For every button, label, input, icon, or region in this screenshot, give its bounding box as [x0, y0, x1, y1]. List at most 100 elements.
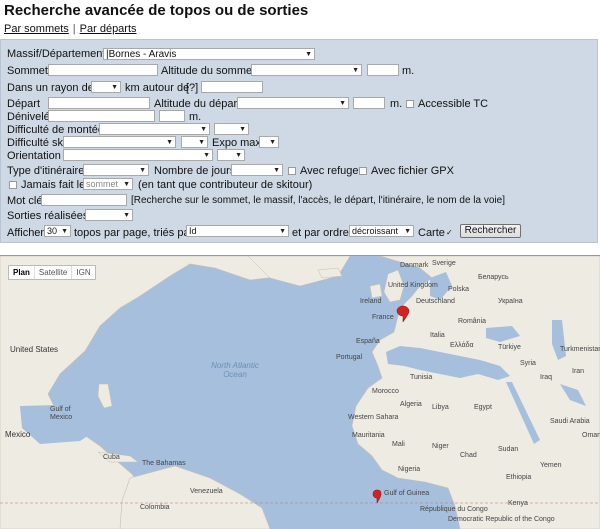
jamais-fait-checkbox[interactable] — [9, 181, 17, 189]
country-label: Syria — [520, 360, 536, 367]
country-label: Tunisia — [410, 374, 433, 381]
difficulte-ski-max-select[interactable]: ▼ — [181, 136, 208, 148]
denivele-label: Dénivelé — [7, 111, 50, 123]
difficulte-ski-label: Difficulté ski — [7, 137, 66, 149]
country-label: Ireland — [360, 298, 382, 305]
country-label: Turkmenistan — [560, 346, 600, 353]
accessible-tc-checkbox[interactable] — [406, 100, 414, 108]
difficulte-montee-max-select[interactable]: ▼ — [214, 123, 249, 135]
carte-checkbox[interactable]: ✓ — [446, 229, 454, 237]
chevron-down-icon: ▼ — [239, 126, 246, 133]
chevron-down-icon: ▼ — [198, 139, 205, 146]
nombre-jours-select[interactable]: ▼ — [231, 164, 283, 176]
rayon-label: Dans un rayon de — [7, 82, 94, 94]
chevron-down-icon: ▼ — [203, 152, 210, 159]
altitude-depart-select[interactable]: ▼ — [237, 97, 349, 109]
ordre-select[interactable]: décroissant ▼ — [349, 225, 414, 237]
altitude-sommet-input[interactable] — [367, 64, 399, 76]
country-label: Chad — [460, 452, 477, 459]
afficher-value: 30 — [47, 226, 58, 236]
chevron-down-icon: ▼ — [273, 167, 280, 174]
link-par-departs[interactable]: Par départs — [80, 23, 137, 35]
rayon-suffix-label: km autour de — [125, 82, 190, 94]
chevron-down-icon: ▼ — [279, 228, 286, 235]
difficulte-montee-label: Difficulté de montée — [7, 124, 105, 136]
sommet-label: Sommet — [7, 65, 48, 77]
orientation-select[interactable]: ▼ — [63, 149, 213, 161]
carte-label: Carte — [418, 227, 445, 239]
country-label: France — [372, 314, 394, 321]
country-label: Algeria — [400, 401, 422, 408]
tab-plan[interactable]: Plan — [9, 266, 35, 279]
country-label: Colombia — [140, 504, 170, 511]
chevron-down-icon: ▼ — [404, 228, 411, 235]
orientation-max-select[interactable]: ▼ — [217, 149, 245, 161]
ocean-atlantic-label: North Atlantic Ocean — [211, 361, 259, 379]
sea-label: Gulf of Guinea — [384, 490, 430, 497]
denivele-min-input[interactable] — [48, 110, 155, 122]
country-label: République du Congo — [420, 506, 488, 513]
chevron-down-icon: ▼ — [305, 51, 312, 58]
country-label: Saudi Arabia — [550, 418, 590, 425]
nombre-jours-label: Nombre de jours — [154, 165, 236, 177]
massif-select[interactable]: |Bornes - Aravis ▼ — [103, 48, 315, 60]
chevron-down-icon: ▼ — [166, 139, 173, 146]
sorties-realisees-select[interactable]: ▼ — [85, 209, 133, 221]
nav-separator: | — [72, 23, 76, 35]
difficulte-ski-select[interactable]: ▼ — [63, 136, 176, 148]
altitude-depart-input[interactable] — [353, 97, 385, 109]
country-label: Democratic Republic of the Congo — [448, 516, 555, 523]
results-map[interactable]: North Atlantic Ocean United States Gulf o… — [0, 255, 600, 529]
chevron-down-icon: ▼ — [123, 181, 130, 188]
country-label: Yemen — [540, 462, 562, 469]
south-america-land — [119, 465, 271, 529]
sorties-realisees-label: Sorties réalisées — [7, 210, 89, 222]
country-label: Oman — [582, 432, 600, 439]
avec-gpx-checkbox[interactable] — [359, 167, 367, 175]
unit-m-label: m. — [390, 98, 403, 110]
jamais-fait-select[interactable]: sommet ▼ — [83, 178, 133, 190]
chevron-down-icon: ▼ — [123, 212, 130, 219]
unit-m-label: m. — [402, 65, 415, 77]
denivele-max-input[interactable] — [159, 110, 185, 122]
mot-cle-help: [Recherche sur le sommet, le massif, l'a… — [131, 195, 505, 206]
accessible-tc-label: Accessible TC — [418, 98, 489, 110]
altitude-sommet-select[interactable]: ▼ — [251, 64, 362, 76]
country-label: Polska — [448, 286, 470, 293]
per-page-label: topos par page, triés par — [74, 227, 194, 239]
avec-gpx-label: Avec fichier GPX — [371, 165, 454, 177]
country-label: Mali — [392, 441, 405, 448]
difficulte-montee-select[interactable]: ▼ — [99, 123, 210, 135]
rayon-select[interactable]: ▼ — [91, 81, 121, 93]
mot-cle-input[interactable] — [41, 194, 127, 206]
country-label: România — [458, 318, 487, 325]
iceland — [317, 267, 343, 279]
country-label: Venezuela — [190, 488, 223, 495]
expo-max-select[interactable]: ▼ — [259, 136, 279, 148]
type-itineraire-select[interactable]: ▼ — [83, 164, 149, 176]
country-label: Kenya — [508, 500, 528, 507]
rechercher-button[interactable]: Rechercher — [460, 224, 521, 238]
country-label: Ethiopia — [506, 474, 532, 481]
page-title: Recherche avancée de topos ou de sorties — [4, 2, 309, 19]
depart-input[interactable] — [48, 97, 150, 109]
country-label: Egypt — [474, 404, 492, 411]
chevron-down-icon: ▼ — [111, 84, 118, 91]
country-label: Cuba — [103, 454, 120, 461]
rayon-help-link[interactable]: [?] — [186, 82, 198, 94]
tab-satellite[interactable]: Satellite — [35, 266, 73, 279]
country-label: Sverige — [432, 260, 456, 267]
sommet-input[interactable] — [48, 64, 158, 76]
afficher-select[interactable]: 30 ▼ — [44, 225, 71, 237]
country-label: United States — [10, 345, 59, 354]
jamais-fait-label: Jamais fait le — [21, 179, 86, 191]
link-par-sommets[interactable]: Par sommets — [4, 23, 69, 35]
chevron-down-icon: ▼ — [269, 139, 276, 146]
chevron-down-icon: ▼ — [139, 167, 146, 174]
tab-ign[interactable]: IGN — [72, 266, 94, 279]
florida — [97, 383, 113, 409]
rayon-center-input[interactable] — [201, 81, 263, 93]
avec-refuge-checkbox[interactable] — [288, 167, 296, 175]
tri-select[interactable]: Id ▼ — [186, 225, 289, 237]
country-label: Portugal — [336, 354, 363, 361]
